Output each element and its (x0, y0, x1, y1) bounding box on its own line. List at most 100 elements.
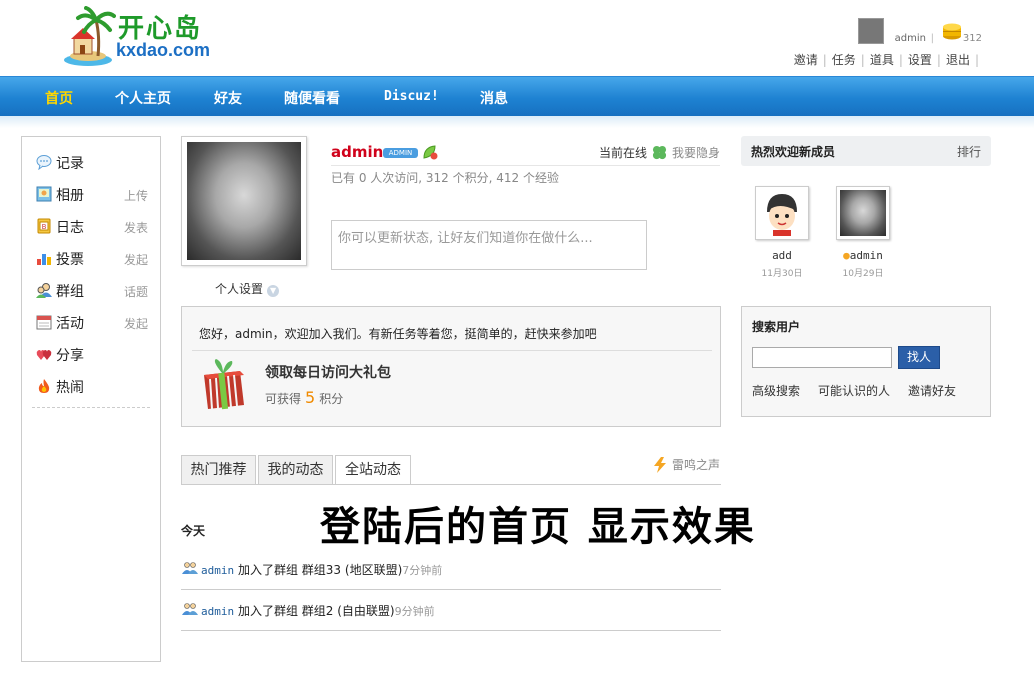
feed-text: admin 加入了群组 群组33 (地区联盟)7分钟前 (201, 561, 442, 578)
invite-link[interactable]: 邀请 (794, 53, 818, 67)
island-logo-icon (64, 6, 116, 66)
member-join-date: 10月29日 (842, 269, 884, 279)
tab-hot[interactable]: 热门推荐 (181, 455, 256, 484)
divider (192, 350, 712, 351)
profile-avatar[interactable] (181, 136, 307, 266)
daily-gift-title[interactable]: 领取每日访问大礼包 (265, 362, 391, 382)
speech-bubble-icon (36, 155, 52, 170)
start-event-link[interactable]: 发起 (124, 315, 148, 332)
fire-icon (38, 379, 50, 393)
invite-friends-link[interactable]: 邀请好友 (908, 384, 956, 398)
publish-link[interactable]: 发表 (124, 219, 148, 236)
thunder-voice-link[interactable]: 雷鸣之声 (672, 456, 720, 473)
logout-link[interactable]: 退出 (946, 53, 970, 67)
sidebar-item-blog[interactable]: B 日志 发表 (36, 215, 148, 236)
sidebar-item-hot[interactable]: 热闹 (36, 375, 148, 396)
daily-gift-reward: 可获得 5 积分 (265, 388, 343, 407)
sidebar-item-label: 活动 (56, 316, 84, 332)
user-search-input[interactable] (752, 347, 892, 368)
gift-box-icon[interactable] (200, 359, 248, 411)
props-link[interactable]: 道具 (870, 53, 894, 67)
header-avatar[interactable] (858, 18, 884, 44)
feed-target-link[interactable]: 群组33 (地区联盟) (302, 563, 402, 577)
profile-settings-label: 个人设置 (215, 282, 264, 296)
search-users-title: 搜索用户 (752, 320, 801, 334)
nav-messages[interactable]: 消息 (480, 88, 508, 108)
header: 开心岛 kxdao.com admin | 312 邀请 | 任务 | 道具 | 设置 | 退出… (0, 0, 1034, 76)
sidebar-item-label: 相册 (56, 188, 84, 204)
sidebar-item-label: 投票 (56, 252, 84, 268)
upload-link[interactable]: 上传 (124, 187, 148, 204)
nav-browse[interactable]: 随便看看 (284, 88, 340, 108)
member-avatar[interactable] (836, 186, 890, 240)
find-people-button[interactable]: 找人 (898, 346, 940, 369)
status-input[interactable]: 你可以更新状态, 让好友们知道你在做什么... (331, 220, 647, 270)
feed-date-label: 今天 (181, 524, 206, 538)
feed-item: admin 加入了群组 群组33 (地区联盟)7分钟前 (181, 550, 721, 590)
sidebar-item-events[interactable]: 活动 发起 (36, 311, 148, 332)
feed-text: admin 加入了群组 群组2 (自由联盟)9分钟前 (201, 602, 435, 619)
feed-user-link[interactable]: admin (201, 605, 234, 618)
new-members-header: 热烈欢迎新成员 排行 (741, 136, 991, 166)
group-join-icon (182, 603, 198, 615)
settings-link[interactable]: 设置 (908, 53, 932, 67)
cartoon-avatar-icon (759, 190, 805, 236)
advanced-search-link[interactable]: 高级搜索 (752, 384, 800, 398)
sidebar: 记录 相册 上传 B 日志 发表 投票 发起 群组 话题 活动 发起 分享 热闹 (21, 136, 161, 662)
feed-user-link[interactable]: admin (201, 564, 234, 577)
online-bulb-icon: ● (843, 249, 850, 262)
avatar-image (187, 142, 301, 260)
new-members-title: 热烈欢迎新成员 (751, 145, 836, 159)
nav-my-page[interactable]: 个人主页 (115, 88, 171, 108)
member-card: add 11月30日 (747, 186, 809, 286)
separator: | (822, 53, 827, 67)
member-name[interactable]: ●admin (828, 249, 898, 262)
nav-discuz[interactable]: Discuz! (384, 89, 439, 104)
member-name[interactable]: add (747, 249, 817, 262)
member-avatar[interactable] (755, 186, 809, 240)
photo-album-icon (36, 186, 52, 202)
tab-all-feed[interactable]: 全站动态 (335, 455, 411, 485)
calendar-icon (36, 315, 52, 330)
admin-badge: ADMIN (383, 148, 418, 158)
sidebar-item-label: 分享 (56, 348, 84, 364)
start-poll-link[interactable]: 发起 (124, 251, 148, 268)
separator: | (974, 53, 979, 67)
clover-icon (652, 145, 667, 160)
reward-amount: 5 (305, 388, 316, 407)
member-join-date: 11月30日 (761, 269, 803, 279)
feed-item: admin 加入了群组 群组2 (自由联盟)9分钟前 (181, 591, 721, 631)
member-name-text: admin (849, 249, 883, 262)
logo-domain-text: kxdao.com (116, 40, 211, 60)
header-credits[interactable]: 312 (963, 33, 982, 44)
topics-link[interactable]: 话题 (124, 283, 148, 300)
ranking-link[interactable]: 排行 (957, 143, 981, 160)
nav-shadow (0, 116, 1034, 128)
member-photo (840, 190, 886, 236)
online-status: 当前在线 (599, 146, 648, 160)
feed-action: 加入了群组 (237, 563, 298, 577)
sidebar-item-records[interactable]: 记录 (36, 151, 148, 172)
nav-friends[interactable]: 好友 (214, 88, 242, 108)
profile-username[interactable]: admin (331, 143, 383, 161)
poll-chart-icon (37, 254, 51, 265)
nav-home[interactable]: 首页 (45, 88, 73, 108)
profile-settings-menu[interactable]: 个人设置 ▼ (215, 280, 280, 297)
separator: | (898, 53, 903, 67)
go-invisible-link[interactable]: 我要隐身 (672, 144, 720, 161)
sidebar-item-album[interactable]: 相册 上传 (36, 183, 148, 204)
feed-target-link[interactable]: 群组2 (自由联盟) (302, 604, 395, 618)
sidebar-item-groups[interactable]: 群组 话题 (36, 279, 148, 300)
blog-icon: B (37, 218, 51, 234)
tasks-link[interactable]: 任务 (832, 53, 856, 67)
people-you-may-know-link[interactable]: 可能认识的人 (818, 384, 890, 398)
header-username[interactable]: admin (895, 33, 926, 44)
sidebar-item-label: 日志 (56, 220, 84, 236)
feed-time: 7分钟前 (402, 564, 443, 577)
sidebar-divider (32, 407, 150, 408)
chevron-down-icon: ▼ (267, 285, 280, 297)
site-logo[interactable]: 开心岛 kxdao.com (60, 6, 220, 68)
sidebar-item-share[interactable]: 分享 (36, 343, 148, 364)
tab-my-feed[interactable]: 我的动态 (258, 455, 333, 484)
sidebar-item-poll[interactable]: 投票 发起 (36, 247, 148, 268)
